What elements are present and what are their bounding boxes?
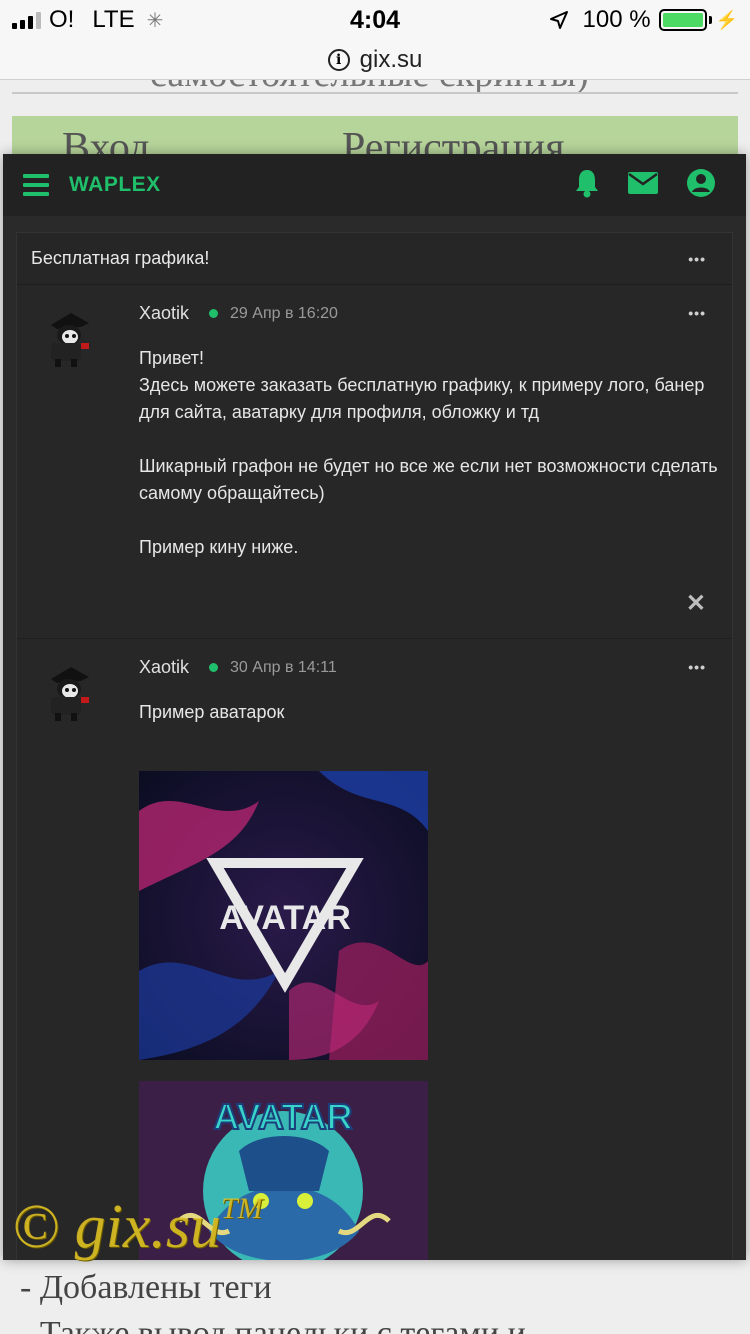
watermark-text: © gix.su bbox=[12, 1193, 221, 1261]
post-date: 30 Апр в 14:11 bbox=[230, 658, 337, 676]
changelog-line: - Добавлены теги bbox=[20, 1269, 272, 1306]
avatar[interactable] bbox=[37, 307, 101, 371]
thread-more-button[interactable]: ••• bbox=[688, 251, 706, 267]
post-paragraph: Пример кину ниже. bbox=[139, 537, 299, 557]
battery-cap bbox=[708, 16, 712, 24]
post: Xaotik 30 Апр в 14:11 ••• Пример аватаро… bbox=[17, 639, 732, 1260]
post-more-button[interactable]: ••• bbox=[688, 305, 706, 321]
charging-icon: ⚡ bbox=[715, 9, 738, 30]
post-date: 29 Апр в 16:20 bbox=[230, 304, 338, 322]
post-paragraph: Шикарный графон не будет но все же если … bbox=[139, 456, 718, 503]
url-bar[interactable]: i gix.su bbox=[0, 40, 750, 80]
url-host[interactable]: gix.su bbox=[360, 46, 423, 74]
post-meta: Xaotik 29 Апр в 16:20 bbox=[139, 303, 338, 324]
bell-icon[interactable] bbox=[574, 168, 600, 198]
top-navbar: WAPLEX bbox=[3, 154, 746, 216]
post-body: Привет! Здесь можете заказать бесплатную… bbox=[139, 345, 719, 588]
post-author[interactable]: Xaotik bbox=[139, 303, 189, 324]
menu-icon[interactable] bbox=[23, 174, 49, 196]
nav-icons bbox=[574, 168, 716, 198]
battery-fill bbox=[662, 13, 703, 27]
avatar[interactable] bbox=[37, 661, 101, 725]
thread-header: Бесплатная графика! ••• bbox=[17, 233, 732, 285]
online-indicator bbox=[209, 309, 219, 318]
avatar-sample-image[interactable]: AVATAR bbox=[139, 771, 428, 1060]
post: Xaotik 29 Апр в 16:20 ••• Привет! Здесь … bbox=[17, 285, 732, 639]
divider bbox=[12, 92, 738, 94]
watermark-tm: TM bbox=[220, 1192, 263, 1225]
battery-percent: 100 % bbox=[582, 6, 651, 33]
thread-card: Бесплатная графика! ••• Xaotik 29 Апр в … bbox=[16, 232, 733, 1260]
post-paragraph: Привет! Здесь можете заказать бесплатную… bbox=[139, 348, 705, 422]
watermark: © gix.suTM bbox=[12, 1192, 263, 1263]
thread-title: Бесплатная графика! bbox=[31, 248, 210, 268]
user-icon[interactable] bbox=[686, 168, 716, 198]
post-meta: Xaotik 30 Апр в 14:11 bbox=[139, 657, 337, 678]
changelog-line: - Также вывод панельки с тегами и bbox=[20, 1315, 526, 1334]
image-caption: AVATAR bbox=[213, 1096, 352, 1137]
online-indicator bbox=[209, 663, 219, 672]
post-text: Пример аватарок bbox=[139, 702, 285, 722]
post-more-button[interactable]: ••• bbox=[688, 659, 706, 675]
brand-logo[interactable]: WAPLEX bbox=[69, 173, 161, 197]
post-author[interactable]: Xaotik bbox=[139, 657, 189, 678]
mail-icon[interactable] bbox=[628, 172, 658, 194]
close-icon[interactable]: ✕ bbox=[686, 589, 706, 618]
post-body: Пример аватарок bbox=[139, 699, 719, 753]
battery-icon bbox=[658, 9, 707, 31]
location-arrow-icon bbox=[549, 11, 568, 29]
image-caption: AVATAR bbox=[219, 899, 351, 937]
status-right: 100 % ⚡ bbox=[549, 6, 738, 34]
info-icon[interactable]: i bbox=[327, 48, 350, 71]
background-changelog: - Добавлены теги - Также вывод панельки … bbox=[20, 1265, 526, 1334]
preview-panel: WAPLEX Бесплатная графика! ••• Xaotik 29… bbox=[3, 154, 746, 1260]
status-bar: O! LTE ✳ 4:04 100 % ⚡ bbox=[0, 0, 750, 40]
